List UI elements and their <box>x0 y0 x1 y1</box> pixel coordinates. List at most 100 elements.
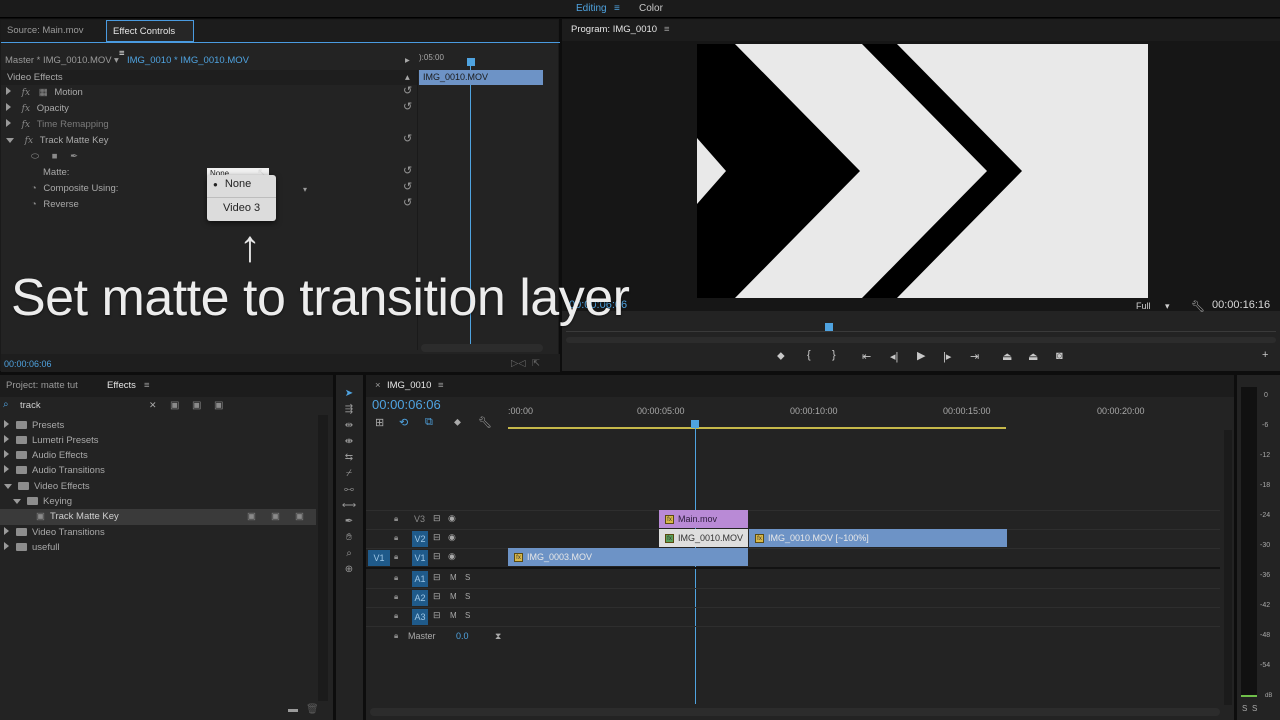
lock-icon[interactable]: 🔒︎ <box>394 592 398 602</box>
expand-icon[interactable] <box>4 450 9 458</box>
work-area-bar[interactable] <box>508 427 1006 429</box>
reset-icon[interactable]: ↺ <box>403 180 412 193</box>
solo-button[interactable]: S <box>465 573 470 582</box>
search-input[interactable]: track <box>20 400 41 411</box>
effect-track-matte-key[interactable]: fx Track Matte Key <box>6 133 109 149</box>
tree-item-audio-effects[interactable]: Audio Effects <box>4 448 88 464</box>
track-label-a3[interactable]: A3 <box>412 609 428 625</box>
eye-icon[interactable]: ◉ <box>448 513 456 524</box>
export-icon[interactable]: ⇱ <box>532 356 540 372</box>
tree-item-audio-transitions[interactable]: Audio Transitions <box>4 463 105 479</box>
snap-icon[interactable]: ⟲ <box>399 416 408 429</box>
clip-img0010-b[interactable]: fx IMG_0010.MOV [~100%] <box>749 529 1007 547</box>
timeline-playhead-marker[interactable] <box>691 420 699 428</box>
effect-time-remapping[interactable]: fx Time Remapping <box>6 117 109 133</box>
clip-img0010-a[interactable]: fx IMG_0010.MOV <box>659 529 748 547</box>
pen-mask-icon[interactable]: ✒ <box>70 151 78 162</box>
effects-search[interactable]: ⌕ track ✕ <box>0 399 160 413</box>
track-label-v3[interactable]: V3 <box>414 514 425 524</box>
master-clip-selector[interactable]: Master * IMG_0010.MOV <box>5 53 112 69</box>
lock-icon[interactable]: 🔒︎ <box>394 514 398 524</box>
sync-lock-icon[interactable]: ⊟ <box>433 532 441 543</box>
mark-in-icon[interactable]: { <box>807 349 811 361</box>
clip-selector[interactable]: IMG_0010 * IMG_0010.MOV <box>127 53 249 69</box>
meter-solo-left[interactable]: S <box>1242 704 1247 713</box>
tree-item-lumetri-presets[interactable]: Lumetri Presets <box>4 433 99 449</box>
fit-select[interactable]: Full ▾ <box>1136 301 1170 312</box>
export-frame-icon[interactable]: ◙ <box>1056 350 1063 362</box>
program-zoom-bar[interactable] <box>566 337 1276 343</box>
accelerated-effects-icon[interactable]: ▣ <box>170 400 179 411</box>
tab-source[interactable]: Source: Main.mov <box>1 20 90 42</box>
expand-icon[interactable] <box>4 542 9 550</box>
nest-toggle-icon[interactable]: ⊞ <box>375 416 384 429</box>
ec-timecode[interactable]: 00:00:06:06 <box>4 356 52 372</box>
tree-item-usefull[interactable]: usefull <box>4 540 59 556</box>
play-audio-icon[interactable]: ▷◁ <box>511 356 526 372</box>
mute-button[interactable]: M <box>450 592 457 601</box>
tree-item-video-effects[interactable]: Video Effects <box>4 479 90 495</box>
ec-playhead-marker[interactable] <box>467 58 475 66</box>
expand-icon[interactable] <box>4 527 9 535</box>
dropdown-option-none[interactable]: ● None <box>213 178 251 190</box>
timeline-settings-icon[interactable]: 🔧︎ <box>478 416 492 429</box>
track-select-tool-icon[interactable]: ⇶ <box>341 403 357 417</box>
meter-solo-right[interactable]: S <box>1252 704 1257 713</box>
tab-effect-controls[interactable]: Effect Controls ≡ <box>106 20 194 59</box>
expand-icon[interactable] <box>4 465 9 473</box>
mute-button[interactable]: M <box>450 611 457 620</box>
expand-icon[interactable] <box>4 420 9 428</box>
reset-icon[interactable]: ↺ <box>403 100 412 113</box>
track-label-v1[interactable]: V1 <box>412 550 428 566</box>
eye-icon[interactable]: ◉ <box>448 532 456 543</box>
sync-lock-icon[interactable]: ⊟ <box>433 551 441 562</box>
step-back-icon[interactable]: ◂| <box>890 350 898 363</box>
tree-item-track-matte-key[interactable]: ▣ Track Matte Key ▣ ▣ ▣ <box>0 509 316 525</box>
tree-item-presets[interactable]: Presets <box>4 418 64 434</box>
reset-icon[interactable]: ↺ <box>403 196 412 209</box>
program-playhead[interactable] <box>825 323 833 331</box>
reset-icon[interactable]: ↺ <box>403 84 412 97</box>
clip-dropdown-arrow[interactable]: ▾ <box>114 53 119 69</box>
expand-icon[interactable] <box>4 435 9 443</box>
ellipse-mask-icon[interactable]: ⬭ <box>31 151 39 162</box>
rectangle-mask-icon[interactable]: ■ <box>52 151 58 162</box>
play-icon[interactable]: ▶ <box>917 349 925 362</box>
workspace-color-tab[interactable]: Color <box>639 3 663 14</box>
eye-icon[interactable]: ◉ <box>448 551 456 562</box>
selection-tool-icon[interactable]: ➤ <box>341 387 357 401</box>
solo-button[interactable]: S <box>465 611 470 620</box>
fx-icon[interactable]: fx <box>22 104 30 114</box>
tab-menu-icon[interactable]: ≡ <box>119 48 125 59</box>
rolling-edit-tool-icon[interactable]: ⇼ <box>341 435 357 449</box>
expand-timeline-icon[interactable]: ▸ <box>405 53 410 69</box>
fx-icon[interactable]: fx <box>25 136 33 146</box>
32bit-effects-icon[interactable]: ▣ <box>192 400 201 411</box>
zoom-tool-icon[interactable]: ⌕ <box>341 547 357 561</box>
reset-icon[interactable]: ↺ <box>403 164 412 177</box>
tab-project[interactable]: Project: matte tut <box>0 375 84 397</box>
hand-tool-icon[interactable]: ✋︎ <box>341 531 357 545</box>
pen-tool-icon[interactable]: ✒ <box>341 515 357 529</box>
timeline-vertical-scrollbar[interactable] <box>1224 430 1232 705</box>
source-patch-v1[interactable]: V1 <box>368 550 390 566</box>
sequence-tab[interactable]: IMG_0010 <box>381 375 437 397</box>
program-title[interactable]: Program: IMG_0010 <box>565 19 663 41</box>
effects-menu-icon[interactable]: ≡ <box>138 375 156 397</box>
track-label-v2[interactable]: V2 <box>412 531 428 547</box>
ec-clip-bar[interactable]: IMG_0010.MOV <box>419 70 543 85</box>
effects-scrollbar[interactable] <box>318 415 328 701</box>
clip-img0003[interactable]: fx IMG_0003.MOV <box>508 548 748 566</box>
razor-tool-icon[interactable]: ⌿ <box>341 467 357 481</box>
fx-icon[interactable]: fx <box>22 88 30 98</box>
go-to-next-edit-icon[interactable]: ⧗ <box>495 631 501 642</box>
rate-stretch-tool-icon[interactable]: ⇆ <box>341 451 357 465</box>
collapse-up-icon[interactable]: ▴ <box>405 70 410 85</box>
time-ruler[interactable]: :00:00 00:00:05:00 00:00:10:00 00:00:15:… <box>508 403 1220 429</box>
sync-lock-icon[interactable]: ⊟ <box>433 610 441 621</box>
sync-lock-icon[interactable]: ⊟ <box>433 513 441 524</box>
effect-opacity[interactable]: fx Opacity <box>6 101 69 117</box>
step-forward-icon[interactable]: |▸ <box>943 350 951 363</box>
tree-item-keying[interactable]: Keying <box>13 494 72 510</box>
lock-icon[interactable]: 🔒︎ <box>394 611 398 621</box>
